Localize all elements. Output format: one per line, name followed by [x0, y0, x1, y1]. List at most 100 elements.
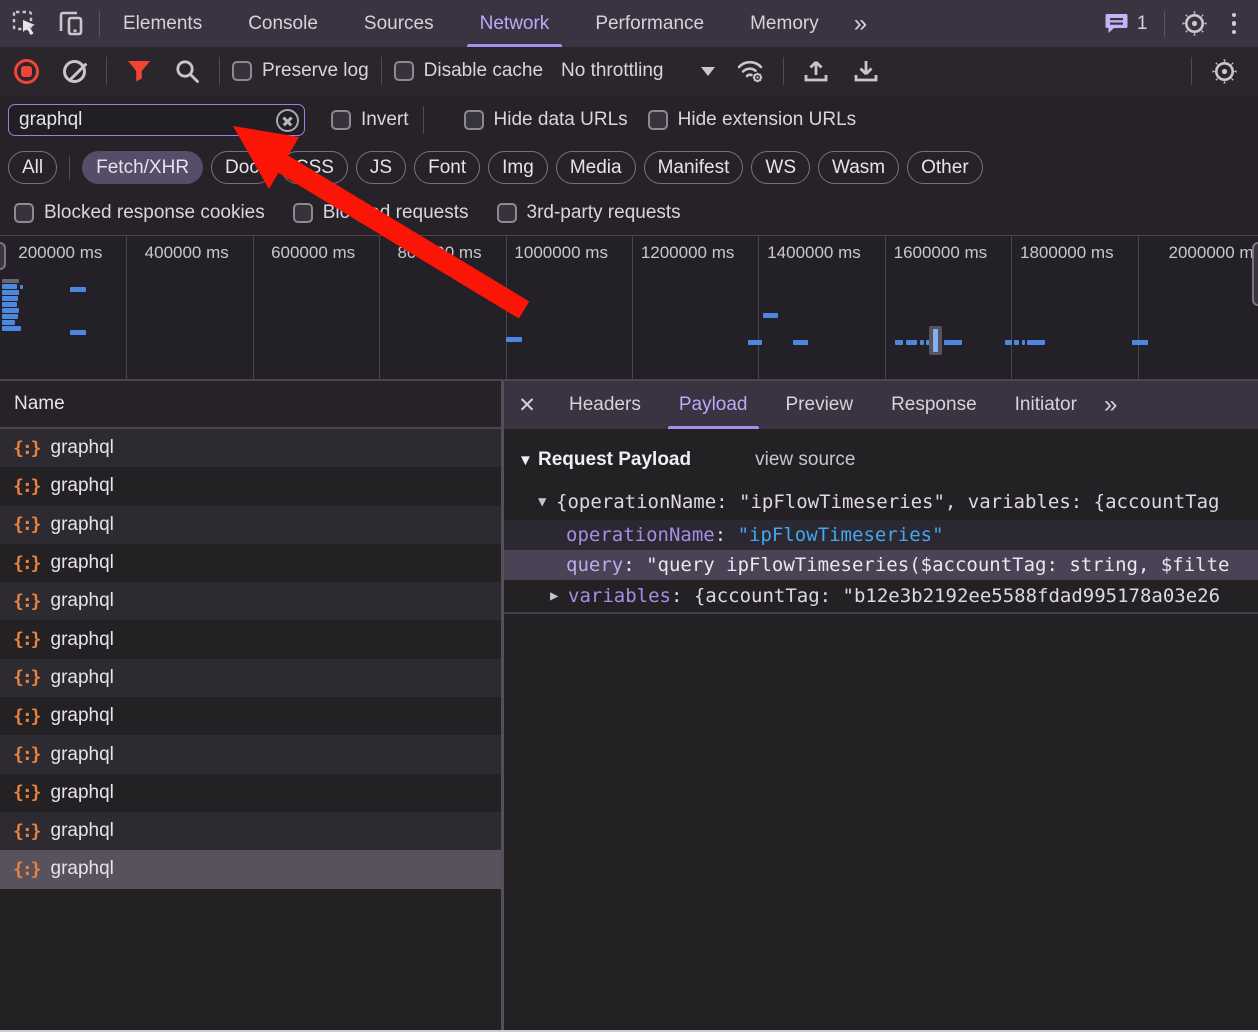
- chip-js[interactable]: JS: [356, 151, 406, 184]
- payload-row-operationname[interactable]: operationName: "ipFlowTimeseries": [504, 520, 1258, 550]
- tab-preview[interactable]: Preview: [767, 381, 873, 429]
- preserve-log-checkbox[interactable]: Preserve log: [232, 60, 369, 82]
- checkbox[interactable]: [232, 61, 252, 81]
- request-row[interactable]: {:}graphql: [0, 582, 501, 620]
- request-row[interactable]: {:}graphql: [0, 774, 501, 812]
- device-toolbar-icon[interactable]: [57, 11, 85, 37]
- waterfall-bar: [920, 340, 924, 345]
- timeline-grip-left[interactable]: [0, 242, 6, 270]
- json-icon: {:}: [13, 859, 40, 880]
- checkbox[interactable]: [394, 61, 414, 81]
- json-icon: {:}: [13, 629, 40, 650]
- json-separator: :: [715, 524, 738, 546]
- inspect-element-icon[interactable]: [12, 10, 39, 37]
- tab-elements[interactable]: Elements: [100, 0, 225, 47]
- network-conditions-icon[interactable]: [731, 51, 771, 91]
- expander-icon[interactable]: ▶: [550, 588, 568, 604]
- blocked-requests-checkbox[interactable]: Blocked requests: [293, 202, 469, 224]
- invert-checkbox[interactable]: Invert: [331, 109, 409, 131]
- request-name: graphql: [51, 667, 114, 689]
- checkbox[interactable]: [464, 110, 484, 130]
- payload-summary-row[interactable]: ▼ {operationName: "ipFlowTimeseries", va…: [504, 484, 1258, 520]
- panel-settings-gear-icon[interactable]: [1204, 51, 1244, 91]
- payload-row-query-selected[interactable]: query: "query ipFlowTimeseries($accountT…: [504, 550, 1258, 580]
- name-column-header[interactable]: Name: [0, 381, 501, 429]
- invert-label: Invert: [361, 109, 409, 131]
- search-icon[interactable]: [167, 51, 207, 91]
- expander-icon[interactable]: ▼: [538, 494, 556, 510]
- network-overview-timeline[interactable]: 200000 ms 400000 ms 600000 ms 800000 ms …: [0, 235, 1258, 381]
- json-icon: {:}: [13, 514, 40, 535]
- chip-media[interactable]: Media: [556, 151, 636, 184]
- preserve-log-label: Preserve log: [262, 60, 369, 82]
- record-button[interactable]: [6, 51, 46, 91]
- request-payload-section[interactable]: ▼ Request Payload: [518, 449, 691, 471]
- request-row[interactable]: {:}graphql: [0, 544, 501, 582]
- tab-initiator[interactable]: Initiator: [996, 381, 1096, 429]
- tab-performance[interactable]: Performance: [572, 0, 727, 47]
- throttling-dropdown[interactable]: No throttling: [561, 60, 715, 82]
- close-icon[interactable]: ✕: [504, 393, 550, 418]
- chip-other[interactable]: Other: [907, 151, 983, 184]
- request-row[interactable]: {:} graphql: [0, 659, 501, 697]
- tab-sources[interactable]: Sources: [341, 0, 457, 47]
- tab-headers[interactable]: Headers: [550, 381, 660, 429]
- filter-input-box[interactable]: [8, 104, 305, 136]
- blocked-response-cookies-checkbox[interactable]: Blocked response cookies: [14, 202, 265, 224]
- request-row[interactable]: {:}graphql: [0, 467, 501, 505]
- request-row[interactable]: {:}graphql: [0, 697, 501, 735]
- request-row[interactable]: {:}graphql: [0, 506, 501, 544]
- checkbox[interactable]: [648, 110, 668, 130]
- chip-css[interactable]: CSS: [281, 151, 348, 184]
- menu-dots-icon[interactable]: [1224, 9, 1245, 39]
- clear-filter-icon[interactable]: [276, 109, 299, 132]
- chip-font[interactable]: Font: [414, 151, 480, 184]
- settings-gear-icon[interactable]: [1181, 10, 1208, 37]
- checkbox[interactable]: [331, 110, 351, 130]
- view-source-link[interactable]: view source: [755, 449, 855, 471]
- issues-counter[interactable]: 1: [1104, 12, 1148, 35]
- disable-cache-checkbox[interactable]: Disable cache: [394, 60, 543, 82]
- waterfall-bar: [2, 302, 17, 307]
- timeline-grip-right[interactable]: [1252, 242, 1258, 306]
- request-row[interactable]: {:}graphql: [0, 620, 501, 658]
- payload-row-variables[interactable]: ▶variables: {accountTag: "b12e3b2192ee55…: [504, 580, 1258, 614]
- request-row[interactable]: {:}graphql: [0, 812, 501, 850]
- checkbox[interactable]: [14, 203, 34, 223]
- more-tabs-icon[interactable]: »: [842, 10, 877, 38]
- timeline-tick-label: 1800000 ms: [1020, 243, 1114, 263]
- chip-doc[interactable]: Doc: [211, 151, 273, 184]
- tab-response[interactable]: Response: [872, 381, 996, 429]
- tab-memory[interactable]: Memory: [727, 0, 842, 47]
- more-tabs-icon[interactable]: »: [1096, 391, 1123, 419]
- chip-img[interactable]: Img: [488, 151, 548, 184]
- checkbox[interactable]: [497, 203, 517, 223]
- expander-icon[interactable]: ▼: [518, 452, 536, 469]
- tab-network[interactable]: Network: [457, 0, 573, 47]
- tab-console[interactable]: Console: [225, 0, 341, 47]
- chip-fetch-xhr[interactable]: Fetch/XHR: [82, 151, 203, 184]
- filter-input[interactable]: [9, 109, 304, 131]
- json-icon: {:}: [13, 667, 40, 688]
- divider: [1191, 57, 1192, 85]
- chip-wasm[interactable]: Wasm: [818, 151, 899, 184]
- hide-data-urls-checkbox[interactable]: Hide data URLs: [464, 109, 628, 131]
- waterfall-selected-bar: [933, 329, 938, 352]
- export-har-icon[interactable]: [846, 51, 886, 91]
- request-row-selected[interactable]: {:}graphql: [0, 850, 501, 888]
- resource-type-filters: All Fetch/XHR Doc CSS JS Font Img Media …: [0, 145, 1258, 190]
- chip-manifest[interactable]: Manifest: [644, 151, 744, 184]
- request-row[interactable]: {:}graphql: [0, 429, 501, 467]
- devtools-tabbar: Elements Console Sources Network Perform…: [0, 0, 1258, 47]
- clear-button[interactable]: [54, 51, 94, 91]
- import-har-icon[interactable]: [796, 51, 836, 91]
- json-icon: {:}: [13, 821, 40, 842]
- hide-extension-urls-checkbox[interactable]: Hide extension URLs: [648, 109, 856, 131]
- third-party-requests-checkbox[interactable]: 3rd-party requests: [497, 202, 681, 224]
- chip-ws[interactable]: WS: [751, 151, 810, 184]
- checkbox[interactable]: [293, 203, 313, 223]
- request-row[interactable]: {:}graphql: [0, 735, 501, 773]
- tab-payload[interactable]: Payload: [660, 381, 767, 429]
- chip-all[interactable]: All: [8, 151, 57, 184]
- filter-icon[interactable]: [119, 51, 159, 91]
